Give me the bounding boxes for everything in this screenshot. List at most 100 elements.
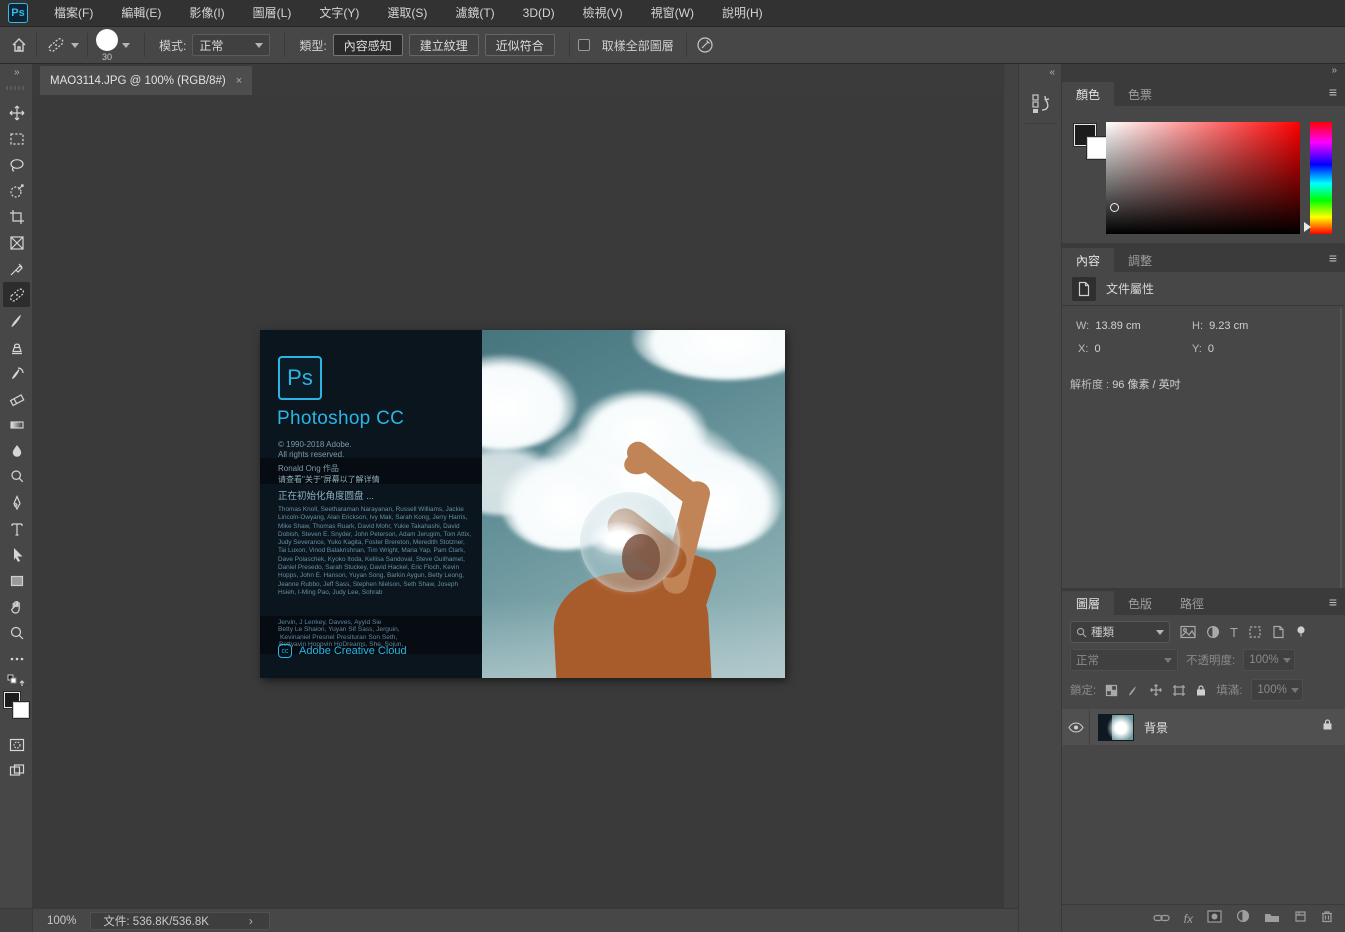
spot-healing-tool-preset-icon[interactable] [45,34,79,56]
swap-colors-icon[interactable] [3,672,30,690]
eraser-tool[interactable] [3,386,30,411]
brush-size-picker[interactable]: 30 [96,29,130,62]
rectangle-tool[interactable] [3,568,30,593]
quick-mask-icon[interactable] [3,732,30,757]
tab-swatches[interactable]: 色票 [1114,82,1166,106]
sample-all-layers-checkbox[interactable] [578,39,590,51]
menu-3d[interactable]: 3D(D) [509,0,569,27]
menu-file[interactable]: 檔案(F) [40,0,107,27]
clone-stamp-tool[interactable] [3,334,30,359]
canvas-vertical-scrollbar[interactable] [1003,64,1018,908]
link-layers-icon[interactable] [1153,910,1170,928]
panel-menu-icon[interactable]: ≡ [1329,84,1337,100]
zoom-tool[interactable] [3,620,30,645]
pen-tool[interactable] [3,490,30,515]
document-size-field[interactable]: 文件: 536.8K/536.8K › [90,912,270,930]
hue-marker[interactable] [1304,222,1311,232]
tab-color[interactable]: 顏色 [1062,82,1114,106]
layer-style-icon[interactable]: fx [1184,912,1193,926]
kind-filter-select[interactable]: 種類 [1070,621,1170,643]
tab-paths[interactable]: 路徑 [1166,591,1218,615]
adjustment-layer-icon[interactable] [1236,909,1250,928]
opacity-value[interactable]: 100% [1243,649,1295,671]
status-chevron-icon[interactable]: › [249,914,253,928]
mode-select[interactable]: 正常 [192,34,270,56]
menu-window[interactable]: 視窗(W) [637,0,708,27]
create-texture-button[interactable]: 建立紋理 [409,34,479,56]
tab-layers[interactable]: 圖層 [1062,591,1114,615]
blend-mode-select[interactable]: 正常 [1070,649,1178,671]
proximity-match-button[interactable]: 近似符合 [485,34,555,56]
lasso-tool[interactable] [3,152,30,177]
menu-edit[interactable]: 編輯(E) [107,0,175,27]
frame-tool[interactable] [3,230,30,255]
filter-adjustment-layers-icon[interactable] [1206,625,1220,639]
dodge-tool[interactable] [3,464,30,489]
screen-mode-icon[interactable] [3,758,30,783]
new-group-icon[interactable] [1264,910,1280,928]
color-marker[interactable] [1110,203,1119,212]
toolbar-grip[interactable] [6,86,26,90]
delete-layer-icon[interactable] [1321,910,1333,928]
path-selection-tool[interactable] [3,542,30,567]
layer-name[interactable]: 背景 [1144,719,1168,736]
crop-tool[interactable] [3,204,30,229]
content-aware-button[interactable]: 內容感知 [333,34,403,56]
spot-healing-brush-tool[interactable] [3,282,30,307]
history-brush-tool[interactable] [3,360,30,385]
layer-row-background[interactable]: 背景 [1062,709,1345,745]
quick-selection-tool[interactable] [3,178,30,203]
pressure-angle-icon[interactable] [695,35,715,55]
edit-toolbar-icon[interactable] [3,646,30,671]
saturation-brightness-box[interactable] [1106,122,1300,234]
rectangular-marquee-tool[interactable] [3,126,30,151]
filter-pixel-layers-icon[interactable] [1180,625,1196,639]
filter-smart-objects-icon[interactable] [1272,625,1285,639]
eyedropper-tool[interactable] [3,256,30,281]
blur-tool[interactable] [3,438,30,463]
fill-value[interactable]: 100% [1251,679,1303,701]
home-icon[interactable] [10,36,28,54]
menu-view[interactable]: 檢視(V) [569,0,637,27]
menu-select[interactable]: 選取(S) [373,0,441,27]
lock-transparency-icon[interactable] [1105,684,1118,697]
menu-help[interactable]: 說明(H) [708,0,777,27]
background-color-swatch[interactable] [13,702,29,718]
history-panel-icon[interactable] [1025,84,1057,124]
menu-image[interactable]: 影像(I) [175,0,238,27]
canvas-area[interactable]: Ps Photoshop CC © 1990-2018 Adobe. All r… [33,95,1003,908]
lock-artboard-icon[interactable] [1172,684,1186,697]
zoom-level-field[interactable]: 100% [33,915,90,927]
lock-pixels-icon[interactable] [1127,684,1140,697]
tab-properties[interactable]: 內容 [1062,248,1114,272]
move-tool[interactable] [3,100,30,125]
layer-visibility-cell[interactable] [1062,709,1090,745]
brush-tool[interactable] [3,308,30,333]
menu-filter[interactable]: 濾鏡(T) [441,0,508,27]
tab-channels[interactable]: 色版 [1114,591,1166,615]
filter-type-layers-icon[interactable]: T [1230,625,1238,640]
toolbar-collapse-icon[interactable]: » [14,67,19,78]
open-document[interactable]: Ps Photoshop CC © 1990-2018 Adobe. All r… [260,330,785,678]
menu-layer[interactable]: 圖層(L) [239,0,306,27]
filter-toggle-icon[interactable] [1295,625,1307,639]
hue-slider[interactable] [1310,122,1332,234]
add-mask-icon[interactable] [1207,910,1222,928]
type-tool[interactable] [3,516,30,541]
tab-adjustments[interactable]: 調整 [1114,248,1166,272]
gradient-tool[interactable] [3,412,30,437]
close-tab-icon[interactable]: × [236,75,242,87]
document-tab[interactable]: MAO3114.JPG @ 100% (RGB/8#) × [40,66,252,95]
filter-shape-layers-icon[interactable] [1248,625,1262,639]
expand-panels-icon[interactable]: « [1049,67,1055,78]
panel-menu-icon[interactable]: ≡ [1329,594,1337,610]
new-layer-icon[interactable] [1294,910,1307,928]
lock-all-icon[interactable] [1195,684,1207,697]
menu-type[interactable]: 文字(Y) [305,0,373,27]
collapse-panels-icon[interactable]: » [1331,65,1337,76]
panel-menu-icon[interactable]: ≡ [1329,250,1337,266]
layer-thumbnail[interactable] [1098,714,1134,741]
panel-scrollbar[interactable] [1340,308,1342,588]
hand-tool[interactable] [3,594,30,619]
lock-position-icon[interactable] [1149,683,1163,697]
